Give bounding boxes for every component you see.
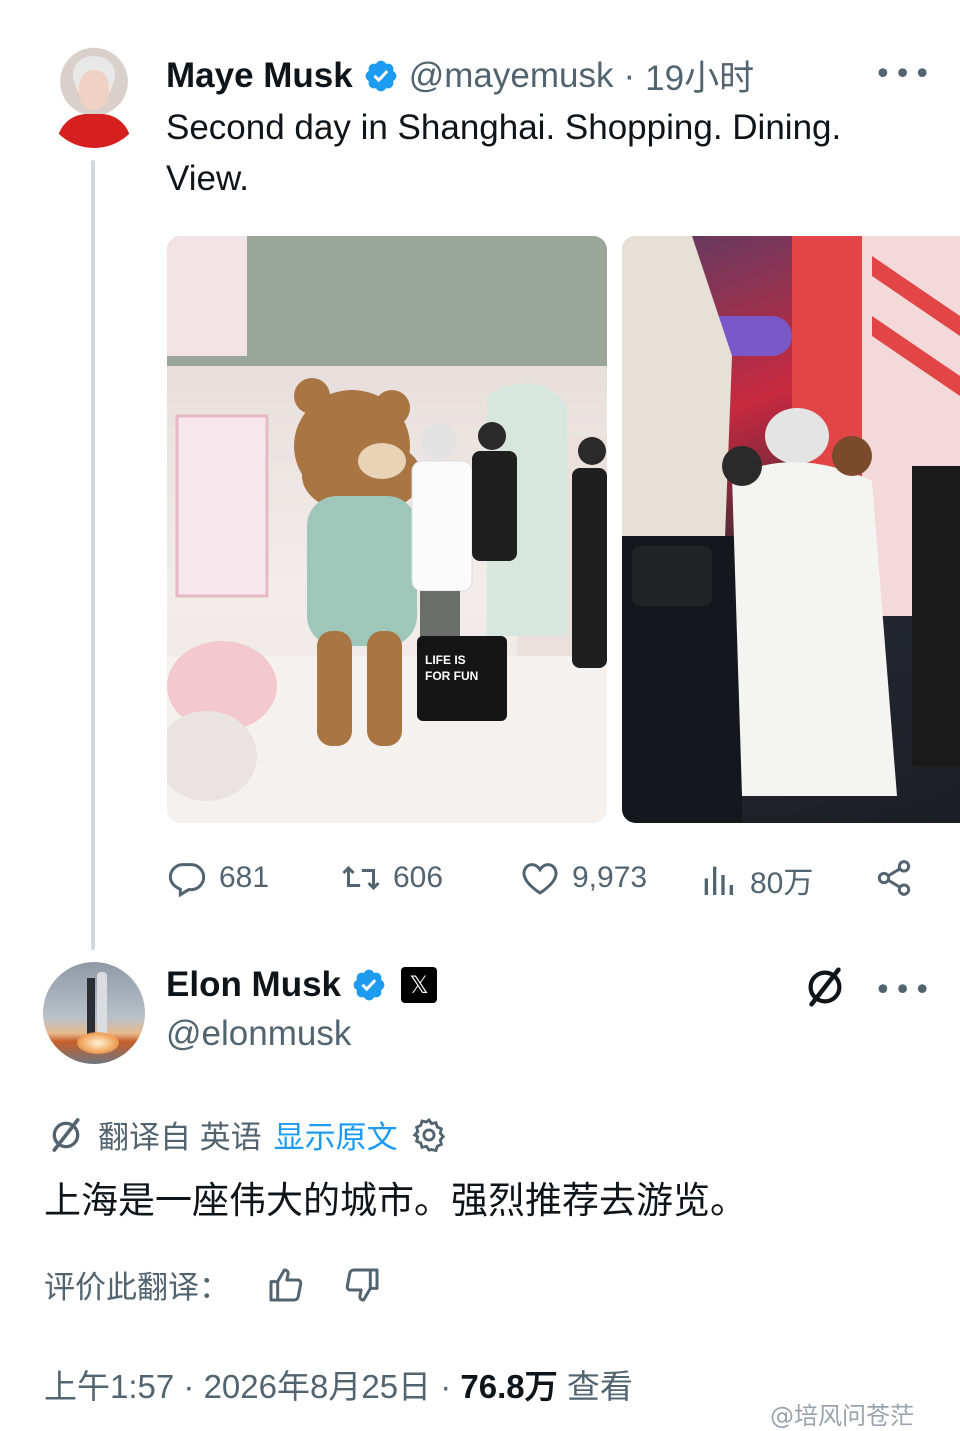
grok-icon[interactable] [802,964,848,1010]
more-icon[interactable]: ••• [874,976,933,1006]
author-name[interactable]: Maye Musk [166,56,353,96]
like-icon [522,863,558,895]
view-count: 76.8万 [460,1368,558,1405]
author-handle[interactable]: @elonmusk [166,1014,351,1054]
reply-tweet-text: 上海是一座伟大的城市。强烈推荐去游览。 [44,1179,747,1222]
avatar[interactable] [43,46,145,148]
verified-icon [365,60,397,91]
watermark: @培风问苍茫 [770,1402,914,1430]
show-original-link[interactable]: 显示原文 [274,1112,398,1157]
rate-translation: 评价此翻译： [44,1262,382,1307]
translate-icon [52,1117,80,1152]
post-time[interactable]: 上午1:57 [44,1368,174,1405]
repost-count: 606 [393,861,444,894]
reply-count: 681 [219,861,270,894]
translation-label: 翻译自 英语 [98,1120,262,1155]
more-icon[interactable]: ••• [874,60,933,90]
repost-button[interactable]: 606 [341,858,443,898]
reply-tweet-header: Elon Musk 𝕏 [166,965,438,1005]
svg-text:LIFE IS: LIFE IS [425,653,466,667]
tweet-text-line1: Second day in Shanghai. Shopping. Dining… [166,108,842,147]
photo-2-illustration [622,236,960,823]
share-icon [877,860,911,896]
photo-1-illustration: LIFE IS FOR FUN [167,236,607,823]
thumbs-down-icon[interactable] [342,1265,382,1305]
views-label[interactable]: 查看 [567,1368,633,1405]
reply-button[interactable]: 681 [167,858,269,898]
verified-icon [353,969,385,1001]
like-button[interactable]: 9,973 [520,858,647,898]
tweet-text-line2: View. [166,159,250,198]
tweet-photo-2[interactable] [622,236,960,823]
thread-connector-line [91,160,95,950]
affiliate-badge[interactable]: 𝕏 [401,967,438,1003]
avatar[interactable] [43,962,145,1064]
parent-tweet-header: Maye Musk @mayemusk · 19小时 [166,50,754,101]
author-handle[interactable]: @mayemusk [409,56,614,96]
separator-dot: · [623,55,636,95]
views-icon [704,866,733,895]
rate-prompt: 评价此翻译： [44,1270,230,1305]
reply-icon [168,863,206,898]
share-button[interactable] [874,858,914,898]
tweet-text: Second day in Shanghai. Shopping. Dining… [166,102,841,204]
tweet-time[interactable]: 19小时 [645,50,754,101]
gear-icon[interactable] [410,1116,448,1154]
tweet-photo-1[interactable]: LIFE IS FOR FUN [167,236,607,823]
tweet-footer: 上午1:57 · 2026年8月25日 · 76.8万 查看 [44,1368,633,1405]
repost-icon [342,865,380,891]
views-count: 80万 [750,867,814,900]
like-count: 9,973 [572,861,648,894]
svg-text:FOR FUN: FOR FUN [425,669,478,683]
translation-info: 翻译自 英语 显示原文 [46,1112,448,1157]
thumbs-up-icon[interactable] [266,1265,306,1305]
author-name[interactable]: Elon Musk [166,965,341,1005]
post-date[interactable]: 2026年8月25日 [204,1368,431,1405]
views-button[interactable]: 80万 [698,858,813,902]
